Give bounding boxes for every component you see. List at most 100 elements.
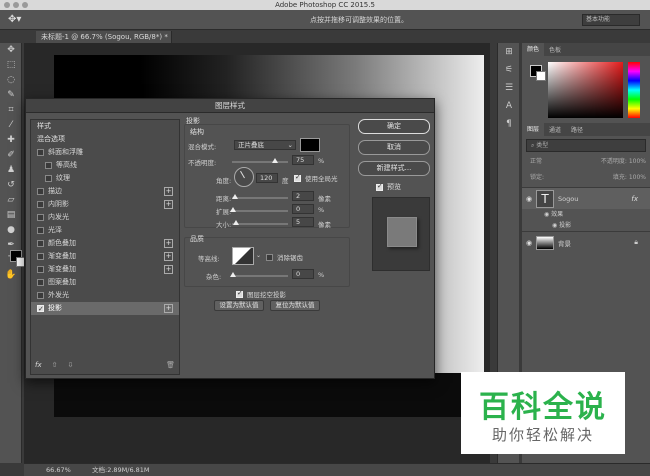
healing-icon[interactable]: ✚	[0, 133, 22, 148]
size-slider[interactable]	[232, 220, 288, 225]
quick-select-icon[interactable]: ✎	[0, 88, 22, 103]
size-slider-knob[interactable]	[233, 220, 239, 225]
checkbox-unchecked-icon[interactable]	[37, 214, 44, 221]
chevron-down-icon[interactable]: ⌄	[256, 252, 261, 259]
noise-slider[interactable]	[230, 272, 288, 277]
stamp-icon[interactable]: ♟	[0, 163, 22, 178]
history-brush-icon[interactable]: ↺	[0, 178, 22, 193]
layer-kind-filter[interactable]: ⌕ 类型	[526, 139, 646, 152]
style-list-header[interactable]: 样式	[31, 120, 179, 133]
fx-icon[interactable]: fx	[631, 195, 638, 203]
style-item[interactable]: 描边 +	[31, 185, 179, 198]
checkbox-unchecked-icon[interactable]	[37, 253, 44, 260]
layer-row-background[interactable]: ◉ 背景 🔒︎	[522, 231, 650, 253]
layer-row-sogou[interactable]: ◉ T Sogou fx	[522, 187, 650, 209]
checkbox-unchecked-icon[interactable]	[45, 175, 52, 182]
zoom-level[interactable]: 66.67%	[46, 464, 71, 476]
gradient-icon[interactable]: ▤	[0, 208, 22, 223]
style-item[interactable]: 纹理	[31, 172, 179, 185]
checkbox-unchecked-icon[interactable]	[37, 292, 44, 299]
angle-dial[interactable]	[234, 167, 254, 187]
opacity-slider[interactable]	[232, 158, 288, 163]
paragraph-icon[interactable]: ¶	[498, 115, 520, 133]
move-down-icon[interactable]: ⇩	[67, 361, 73, 369]
crop-icon[interactable]: ⌗	[0, 103, 22, 118]
opacity-slider-knob[interactable]	[272, 158, 278, 163]
tab-paths[interactable]: 路径	[566, 125, 588, 134]
reset-default-button[interactable]: 复位为默认值	[270, 300, 320, 311]
character-icon[interactable]: A	[498, 97, 520, 115]
history-icon[interactable]: ⊞	[498, 43, 520, 61]
add-effect-icon[interactable]: +	[164, 187, 173, 196]
tab-channels[interactable]: 通道	[544, 125, 566, 134]
eyedropper-icon[interactable]: ⁄	[0, 118, 22, 133]
global-light-checkbox[interactable]: 使用全局光	[294, 173, 338, 183]
add-effect-icon[interactable]: +	[164, 304, 173, 313]
layer-opacity-value[interactable]: 100%	[629, 158, 646, 165]
layer-effects-row[interactable]: ◉ 效果	[522, 209, 650, 220]
layer-blend-mode[interactable]: 正常	[530, 155, 542, 168]
blend-options-item[interactable]: 混合选项	[31, 133, 179, 146]
style-item[interactable]: 光泽	[31, 224, 179, 237]
tab-swatches[interactable]: 色板	[544, 45, 566, 54]
eraser-icon[interactable]: ▱	[0, 193, 22, 208]
checkbox-unchecked-icon[interactable]	[266, 253, 273, 261]
checkbox-unchecked-icon[interactable]	[45, 162, 52, 169]
tab-color[interactable]: 颜色	[522, 43, 545, 56]
ok-button[interactable]: 确定	[358, 119, 430, 134]
move-icon[interactable]: ✥	[0, 43, 22, 58]
style-item[interactable]: 渐变叠加 +	[31, 263, 179, 276]
eye-icon[interactable]: ◉	[522, 195, 536, 203]
distance-slider-knob[interactable]	[232, 194, 238, 199]
color-spectrum[interactable]	[548, 62, 623, 118]
style-item[interactable]: 内发光	[31, 211, 179, 224]
checkbox-checked-icon[interactable]	[37, 303, 44, 316]
anti-alias-checkbox[interactable]: 消除锯齿	[266, 252, 303, 262]
panel-background-swatch[interactable]	[536, 71, 546, 81]
layer-drop-shadow-row[interactable]: ◉ 投影	[522, 220, 650, 231]
adjust-icon[interactable]: ⚟	[498, 61, 520, 79]
window-controls[interactable]	[4, 2, 28, 8]
noise-slider-knob[interactable]	[230, 272, 236, 277]
new-style-button[interactable]: 新建样式...	[358, 161, 430, 176]
eye-icon[interactable]: ◉	[522, 239, 536, 247]
brush-icon[interactable]: ✐	[0, 148, 22, 163]
style-item[interactable]: 内阴影 +	[31, 198, 179, 211]
fx-menu-icon[interactable]: fx	[35, 361, 42, 369]
opacity-input[interactable]: 75	[292, 155, 314, 165]
layer-fill-value[interactable]: 100%	[629, 174, 646, 181]
add-effect-icon[interactable]: +	[164, 239, 173, 248]
hue-slider[interactable]	[628, 62, 640, 118]
size-input[interactable]: 5	[292, 217, 314, 227]
add-effect-icon[interactable]: +	[164, 200, 173, 209]
workspace-select[interactable]: 基本功能	[582, 14, 640, 26]
trash-icon[interactable]: 🗑︎	[166, 361, 175, 369]
spread-input[interactable]: 0	[292, 204, 314, 214]
spread-slider[interactable]	[230, 207, 288, 212]
hand-icon[interactable]: ✋	[0, 268, 22, 283]
checkbox-unchecked-icon[interactable]	[37, 279, 44, 286]
blend-mode-select[interactable]: 正片叠底 ⌄	[234, 140, 296, 150]
style-item[interactable]: 图案叠加	[31, 276, 179, 289]
tab-layers[interactable]: 图层	[522, 123, 545, 136]
document-tab[interactable]: 未标题-1 @ 66.7% (Sogou, RGB/8*) *	[36, 31, 172, 43]
blur-icon[interactable]: ●	[0, 223, 22, 238]
style-item[interactable]: 等高线	[31, 159, 179, 172]
spread-slider-knob[interactable]	[230, 207, 236, 212]
checkbox-unchecked-icon[interactable]	[37, 240, 44, 247]
document-size[interactable]: 文档:2.89M/6.81M	[92, 464, 150, 476]
move-up-icon[interactable]: ⇧	[52, 361, 58, 369]
checkbox-unchecked-icon[interactable]	[37, 266, 44, 273]
angle-input[interactable]: 120	[256, 173, 278, 183]
contour-picker[interactable]	[232, 247, 254, 265]
preview-checkbox[interactable]: 预览	[358, 182, 430, 192]
checkbox-unchecked-icon[interactable]	[37, 188, 44, 195]
move-tool-icon[interactable]: ✥▾	[8, 14, 21, 25]
style-item[interactable]: 颜色叠加 +	[31, 237, 179, 250]
add-effect-icon[interactable]: +	[164, 265, 173, 274]
style-item[interactable]: 斜面和浮雕	[31, 146, 179, 159]
distance-input[interactable]: 2	[292, 191, 314, 201]
checkbox-unchecked-icon[interactable]	[37, 149, 44, 156]
knockout-checkbox[interactable]: 图层挖空投影	[236, 289, 286, 299]
make-default-button[interactable]: 设置为默认值	[214, 300, 264, 311]
